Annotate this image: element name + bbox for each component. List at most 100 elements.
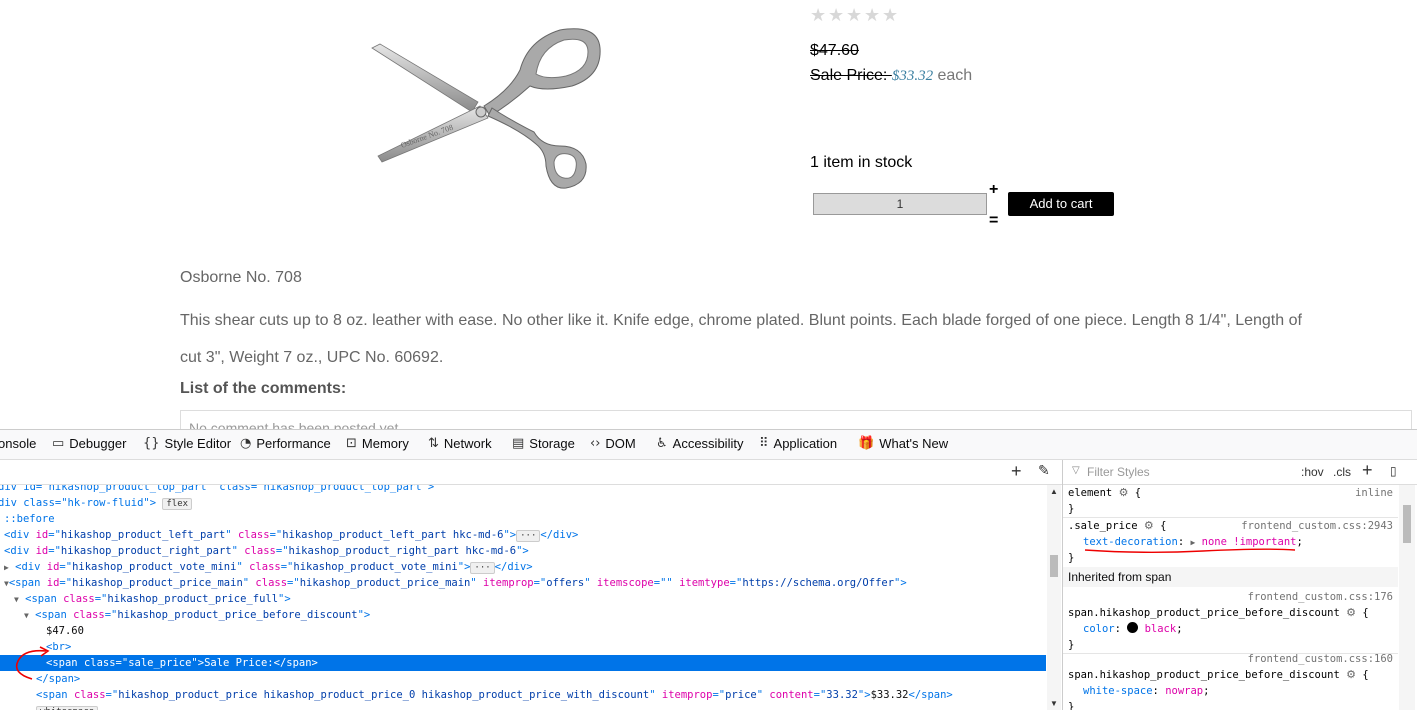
dom-icon: ‹› bbox=[590, 436, 601, 451]
markup-line[interactable]: <div id="hikashop_product_left_part" cla… bbox=[4, 527, 578, 543]
rule-source[interactable]: frontend_custom.css:176 bbox=[1248, 589, 1393, 605]
star-icon[interactable]: ★ bbox=[810, 7, 827, 25]
application-icon: ⠿ bbox=[759, 436, 769, 451]
markup-line[interactable]: ▼<span id="hikashop_product_price_main" … bbox=[4, 575, 907, 591]
add-to-cart-button[interactable]: Add to cart bbox=[1008, 192, 1114, 216]
quantity-input[interactable]: 1 bbox=[813, 193, 987, 215]
rules-sidebar: ▽ Filter Styles :hov .cls + ▯ element ⚙ … bbox=[1062, 460, 1417, 710]
rule-close: } bbox=[1068, 503, 1075, 515]
product-image: Osborne No. 708 bbox=[371, 28, 601, 189]
expand-arrow-icon[interactable]: ▶ bbox=[4, 563, 9, 572]
filter-bar: ▽ Filter Styles :hov .cls + ▯ bbox=[1063, 460, 1417, 485]
tab-whats-new[interactable]: 🎁 What's New bbox=[858, 436, 948, 451]
collapsed-badge[interactable]: ··· bbox=[516, 530, 541, 542]
tab-network[interactable]: ⇅ Network bbox=[428, 436, 492, 451]
inherited-header: Inherited from span bbox=[1063, 567, 1398, 587]
markup-line[interactable]: ▶ <div id="hikashop_product_vote_mini" c… bbox=[4, 559, 533, 575]
tab-storage[interactable]: ▤ Storage bbox=[512, 436, 575, 451]
collapsed-badge[interactable]: ··· bbox=[470, 562, 495, 574]
tab-accessibility[interactable]: ♿ Accessibility bbox=[656, 436, 743, 451]
rule-selector[interactable]: element ⚙ { bbox=[1068, 485, 1141, 501]
scrollbar-thumb[interactable] bbox=[1050, 555, 1058, 577]
network-icon: ⇅ bbox=[428, 436, 439, 451]
tab-memory[interactable]: ⊡ Memory bbox=[346, 436, 409, 451]
gear-icon[interactable]: ⚙ bbox=[1346, 668, 1356, 681]
rule-selector[interactable]: .sale_price ⚙ { bbox=[1068, 518, 1166, 534]
rule-close: } bbox=[1068, 552, 1075, 564]
rule-declaration[interactable]: white-space: nowrap; bbox=[1083, 683, 1209, 699]
tab-application[interactable]: ⠿ Application bbox=[759, 436, 837, 451]
add-rule-icon[interactable]: + bbox=[1362, 460, 1373, 481]
cls-toggle[interactable]: .cls bbox=[1333, 465, 1351, 479]
rule-source[interactable]: frontend_custom.css:2943 bbox=[1241, 518, 1393, 534]
filter-styles-input[interactable]: Filter Styles bbox=[1087, 465, 1150, 479]
tab-console[interactable]: onsole bbox=[0, 436, 36, 451]
rule-declaration[interactable]: color: black; bbox=[1083, 621, 1183, 637]
product-description: This shear cuts up to 8 oz. leather with… bbox=[180, 312, 1302, 366]
price-unit: each bbox=[933, 67, 973, 84]
sale-price-line: Sale Price: $33.32 each bbox=[810, 67, 972, 85]
old-price: $47.60 bbox=[810, 42, 859, 59]
markup-line[interactable]: ::before bbox=[4, 511, 55, 527]
markup-line[interactable]: ▼ <span class="hikashop_product_price_be… bbox=[24, 607, 370, 623]
rating-stars[interactable]: ★ ★ ★ ★ ★ bbox=[810, 7, 899, 25]
color-swatch[interactable] bbox=[1127, 622, 1139, 633]
rule-source[interactable]: frontend_custom.css:160 bbox=[1248, 651, 1393, 667]
flex-badge[interactable]: flex bbox=[162, 498, 193, 510]
scroll-down-icon[interactable]: ▼ bbox=[1050, 699, 1058, 708]
markup-line[interactable]: div class="hk-row-fluid"> flex bbox=[0, 495, 193, 511]
quantity-increase-button[interactable]: + bbox=[989, 181, 998, 199]
expand-arrow-icon[interactable]: ▶ bbox=[1190, 538, 1195, 547]
print-media-icon[interactable]: ▯ bbox=[1390, 464, 1397, 478]
star-icon[interactable]: ★ bbox=[864, 7, 881, 25]
gear-icon[interactable]: ⚙ bbox=[1346, 606, 1356, 619]
markup-line[interactable]: <div id="hikashop_product_right_part" cl… bbox=[4, 543, 529, 559]
debugger-icon: ▭ bbox=[52, 436, 65, 451]
quantity-decrease-button[interactable]: = bbox=[989, 212, 998, 230]
tab-style-editor[interactable]: {} Style Editor bbox=[143, 436, 231, 451]
star-icon[interactable]: ★ bbox=[846, 7, 863, 25]
annotation-arrow-icon bbox=[15, 646, 50, 680]
annotation-underline bbox=[1084, 548, 1296, 553]
hov-toggle[interactable]: :hov bbox=[1301, 465, 1324, 479]
markup-line[interactable]: <span class="hikashop_product_price hika… bbox=[36, 687, 953, 703]
whitespace-badge[interactable]: whitespace bbox=[36, 706, 99, 710]
add-node-icon[interactable]: + bbox=[1011, 461, 1022, 482]
eyedropper-icon[interactable]: ✎ bbox=[1038, 463, 1050, 479]
tab-performance[interactable]: ◔ Performance bbox=[240, 436, 331, 451]
style-editor-icon: {} bbox=[143, 436, 160, 451]
gear-icon[interactable]: ⚙ bbox=[1119, 486, 1129, 499]
scrollbar-thumb[interactable] bbox=[1403, 505, 1411, 543]
rule-selector[interactable]: span.hikashop_product_price_before_disco… bbox=[1068, 667, 1369, 683]
collapse-arrow-icon[interactable]: ▼ bbox=[14, 595, 19, 604]
collapse-arrow-icon[interactable]: ▼ bbox=[24, 611, 29, 620]
memory-icon: ⊡ bbox=[346, 436, 357, 451]
filter-icon: ▽ bbox=[1072, 465, 1080, 476]
scroll-up-icon[interactable]: ▲ bbox=[1050, 487, 1058, 496]
rules-scrollbar[interactable] bbox=[1399, 485, 1415, 710]
css-rules: element ⚙ { inline } .sale_price ⚙ { fro… bbox=[1063, 485, 1398, 710]
markup-line[interactable]: $47.60 bbox=[46, 623, 84, 639]
star-icon[interactable]: ★ bbox=[882, 7, 899, 25]
tab-dom[interactable]: ‹› DOM bbox=[590, 436, 636, 451]
storage-icon: ▤ bbox=[512, 436, 525, 451]
comments-title: List of the comments: bbox=[180, 380, 347, 397]
markup-line-selected[interactable]: <span class="sale_price">Sale Price:</sp… bbox=[0, 655, 1046, 671]
rule-close: } bbox=[1068, 639, 1075, 651]
markup-view: div id="hikashop_product_top_part" class… bbox=[0, 485, 1046, 710]
rule-close: } bbox=[1068, 701, 1075, 710]
rule-selector[interactable]: span.hikashop_product_price_before_disco… bbox=[1068, 605, 1369, 621]
performance-icon: ◔ bbox=[240, 436, 252, 451]
svg-text:Osborne No. 708: Osborne No. 708 bbox=[400, 123, 455, 150]
gear-icon[interactable]: ⚙ bbox=[1144, 519, 1154, 532]
devtools-panel: onsole ▭ Debugger {} Style Editor ◔ Perform… bbox=[0, 429, 1417, 710]
inspector-toolbar: + ✎ bbox=[0, 460, 1062, 485]
markup-line[interactable]: ▼ <span class="hikashop_product_price_fu… bbox=[14, 591, 291, 607]
accessibility-icon: ♿ bbox=[656, 436, 668, 451]
rule-source: inline bbox=[1355, 487, 1393, 499]
markup-line[interactable]: div id="hikashop_product_top_part" class… bbox=[0, 485, 434, 495]
markup-scrollbar[interactable]: ▲ ▼ bbox=[1047, 485, 1061, 710]
star-icon[interactable]: ★ bbox=[828, 7, 845, 25]
tab-debugger[interactable]: ▭ Debugger bbox=[52, 436, 126, 451]
devtools-tabbar: onsole ▭ Debugger {} Style Editor ◔ Perform… bbox=[0, 430, 1417, 460]
